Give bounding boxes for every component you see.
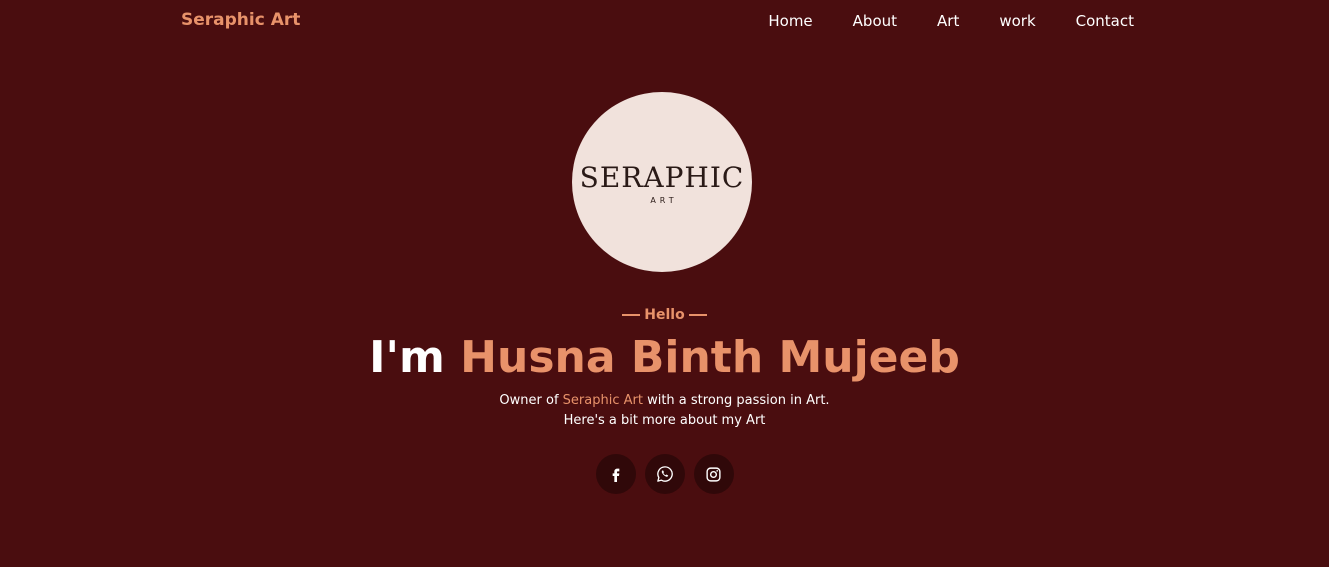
nav-about[interactable]: About xyxy=(853,12,897,30)
page: Seraphic Art Home About Art work Contact… xyxy=(0,0,1329,567)
brand-logo-link[interactable]: Seraphic Art xyxy=(181,10,300,30)
greeting-text: Hello xyxy=(644,307,685,323)
desc-after: with a strong passion in Art. xyxy=(647,393,830,408)
instagram-icon xyxy=(705,466,722,483)
nav-art[interactable]: Art xyxy=(937,12,959,30)
nav-contact[interactable]: Contact xyxy=(1076,12,1134,30)
nav-work[interactable]: work xyxy=(999,12,1035,30)
greeting-dash-right xyxy=(688,314,707,316)
facebook-icon xyxy=(608,466,624,482)
facebook-button[interactable] xyxy=(595,454,636,494)
description-line-1: Owner of Seraphic Art with a strong pass… xyxy=(0,391,1329,411)
logo-wordmark: SERAPHIC xyxy=(579,160,745,194)
hero-headline: I'm Husna Binth Mujeeb xyxy=(0,328,1329,388)
instagram-button[interactable] xyxy=(693,454,734,494)
description-line-2: Here's a bit more about my Art xyxy=(563,413,766,428)
desc-before: Owner of xyxy=(499,393,559,408)
whatsapp-button[interactable] xyxy=(644,454,685,494)
headline-name: Husna Binth Mujeeb xyxy=(460,332,960,383)
logo-subtitle: ART xyxy=(650,195,678,205)
hero-description: Owner of Seraphic Art with a strong pass… xyxy=(0,391,1329,431)
nav-home[interactable]: Home xyxy=(768,12,812,30)
greeting-dash-left xyxy=(622,314,641,316)
headline-prefix: I'm xyxy=(369,332,445,383)
greeting: Hello xyxy=(0,307,1329,323)
whatsapp-icon xyxy=(656,465,674,483)
main-nav: Home About Art work Contact xyxy=(768,12,1134,30)
desc-highlight: Seraphic Art xyxy=(562,393,643,408)
social-links xyxy=(0,454,1329,494)
profile-logo: SERAPHIC ART xyxy=(572,92,752,272)
